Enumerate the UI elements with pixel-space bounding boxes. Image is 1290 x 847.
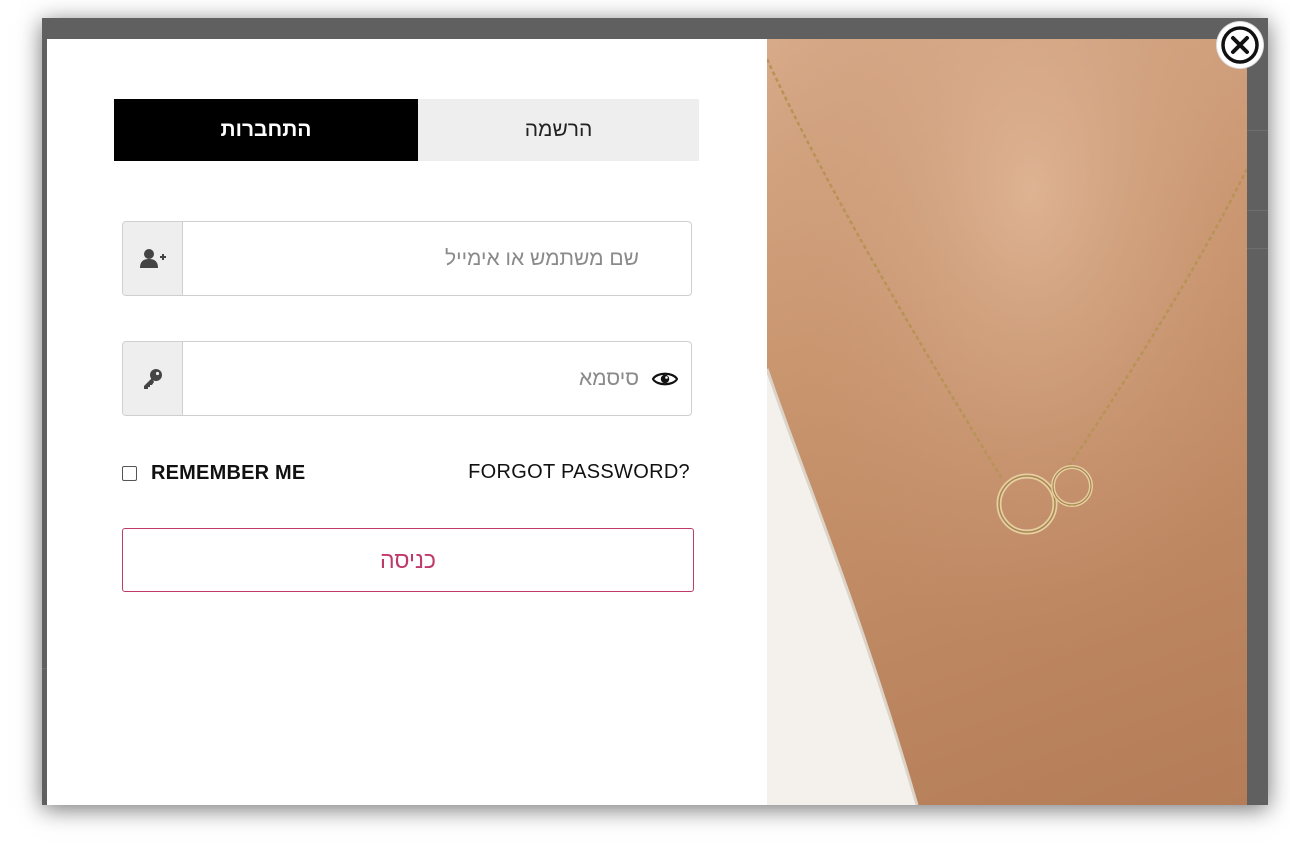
- remember-me: REMEMBER ME: [122, 458, 305, 488]
- remember-me-label: REMEMBER ME: [151, 461, 306, 484]
- username-field: [122, 221, 692, 296]
- tab-register[interactable]: הרשמה: [418, 99, 699, 161]
- remember-me-checkbox[interactable]: [122, 465, 137, 481]
- password-field: [122, 341, 692, 416]
- eye-icon[interactable]: [651, 365, 679, 393]
- tab-login-label: התחברות: [220, 118, 312, 141]
- user-plus-icon: [123, 222, 183, 295]
- tab-login[interactable]: התחברות: [114, 99, 418, 161]
- necklace-photo: [767, 39, 1247, 805]
- username-input[interactable]: [183, 222, 655, 295]
- close-circle-icon[interactable]: [1217, 22, 1263, 68]
- login-form: התחברות הרשמה שם משתמש או אימייל REMEMBE…: [47, 39, 767, 805]
- forgot-password-link[interactable]: FORGOT PASSWORD?: [468, 461, 690, 484]
- submit-label: כניסה: [380, 546, 436, 573]
- auth-tabs: התחברות הרשמה: [114, 99, 699, 161]
- login-modal: התחברות הרשמה שם משתמש או אימייל REMEMBE…: [47, 39, 1247, 805]
- tab-register-label: הרשמה: [524, 118, 593, 141]
- login-submit-button[interactable]: כניסה: [122, 528, 694, 592]
- key-icon: [123, 342, 183, 415]
- password-input[interactable]: [183, 342, 655, 415]
